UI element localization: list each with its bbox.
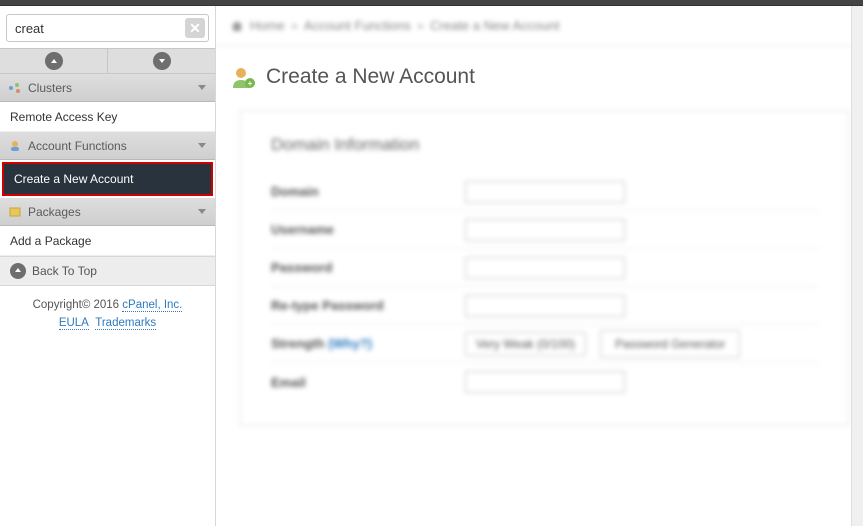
password-label: Password (271, 260, 451, 275)
home-icon (230, 19, 244, 33)
strength-label-text: Strength (271, 336, 328, 351)
domain-information-card: Domain Information Domain Username Passw… (240, 110, 849, 426)
why-link[interactable]: (Why?) (328, 336, 372, 351)
eula-link[interactable]: EULA (59, 317, 89, 330)
section-label: Packages (28, 205, 81, 219)
domain-label: Domain (271, 184, 451, 199)
password-input[interactable] (465, 257, 625, 279)
search-input[interactable] (6, 14, 209, 42)
highlighted-selection: Create a New Account (2, 162, 213, 196)
email-label: Email (271, 375, 451, 390)
back-to-top-label: Back To Top (32, 264, 97, 278)
account-functions-icon (8, 139, 22, 153)
footer: Copyright© 2016 cPanel, Inc. EULA Tradem… (0, 286, 215, 333)
svg-text:+: + (248, 79, 253, 88)
chevron-down-icon (197, 81, 207, 95)
expand-all-button[interactable] (108, 49, 215, 73)
field-row-domain: Domain (271, 173, 818, 211)
main-content: Home » Account Functions » Create a New … (216, 6, 863, 526)
sidebar: ✕ Clusters Remote Acces (0, 6, 216, 526)
sidebar-section-clusters[interactable]: Clusters (0, 74, 215, 102)
copyright-text: Copyright© 2016 (33, 299, 123, 311)
retype-password-input[interactable] (465, 295, 625, 317)
breadcrumb: Home » Account Functions » Create a New … (216, 6, 863, 46)
search-wrap: ✕ (0, 6, 215, 48)
chevron-down-icon (197, 205, 207, 219)
section-label: Account Functions (28, 139, 127, 153)
page-title: Create a New Account (266, 65, 475, 89)
field-row-username: Username (271, 211, 818, 249)
cpanel-link[interactable]: cPanel, Inc. (122, 299, 182, 312)
field-row-password: Password (271, 249, 818, 287)
breadcrumb-account-functions[interactable]: Account Functions (304, 18, 411, 33)
trademarks-link[interactable]: Trademarks (95, 317, 156, 330)
email-input[interactable] (465, 371, 625, 393)
arrow-up-icon (10, 263, 26, 279)
chevron-down-icon (197, 139, 207, 153)
username-input[interactable] (465, 219, 625, 241)
retype-password-label: Re-type Password (271, 298, 451, 313)
card-title: Domain Information (271, 135, 818, 155)
breadcrumb-home[interactable]: Home (250, 18, 285, 33)
close-icon[interactable]: ✕ (185, 18, 205, 38)
strength-label: Strength (Why?) (271, 336, 451, 351)
field-row-retype-password: Re-type Password (271, 287, 818, 325)
chevron-up-icon (45, 52, 63, 70)
packages-icon (8, 205, 22, 219)
page-title-row: + Create a New Account (216, 46, 863, 100)
username-label: Username (271, 222, 451, 237)
section-label: Clusters (28, 81, 72, 95)
create-account-icon: + (230, 64, 256, 90)
strength-indicator: Very Weak (0/100) (465, 332, 586, 356)
sidebar-item-add-package[interactable]: Add a Package (0, 226, 215, 256)
sidebar-section-packages[interactable]: Packages (0, 198, 215, 226)
field-row-email: Email (271, 363, 818, 401)
breadcrumb-create-account: Create a New Account (430, 18, 559, 33)
domain-input[interactable] (465, 181, 625, 203)
sidebar-item-remote-access-key[interactable]: Remote Access Key (0, 102, 215, 132)
vertical-scrollbar[interactable] (851, 6, 863, 526)
collapse-all-button[interactable] (0, 49, 108, 73)
password-generator-button[interactable]: Password Generator (600, 330, 740, 358)
breadcrumb-separator: » (291, 18, 298, 33)
clusters-icon (8, 81, 22, 95)
chevron-down-icon (153, 52, 171, 70)
back-to-top-button[interactable]: Back To Top (0, 256, 215, 286)
sidebar-item-create-account[interactable]: Create a New Account (4, 164, 211, 194)
collapse-expand-row (0, 48, 215, 74)
breadcrumb-separator: » (417, 18, 424, 33)
sidebar-section-account-functions[interactable]: Account Functions (0, 132, 215, 160)
field-row-strength: Strength (Why?) Very Weak (0/100) Passwo… (271, 325, 818, 363)
